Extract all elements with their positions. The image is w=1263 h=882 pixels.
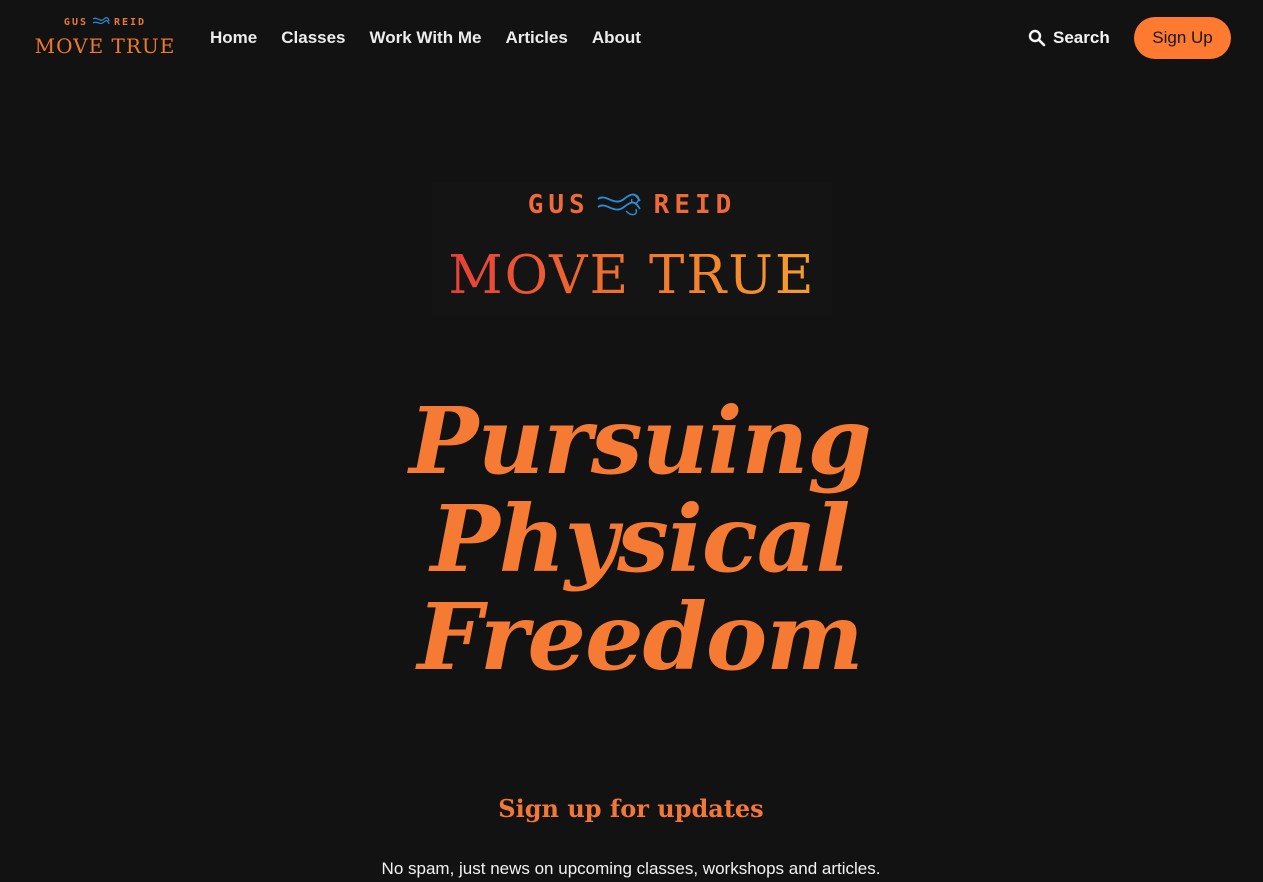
nav-home[interactable]: Home: [198, 25, 269, 51]
nav-articles[interactable]: Articles: [493, 25, 579, 51]
wave-icon: [597, 193, 641, 216]
headline-line-3: Freedom: [417, 583, 863, 691]
search-button[interactable]: Search: [1028, 26, 1110, 50]
hero-logo-top-left: GUS: [527, 190, 590, 220]
hero-logo-title: MOVE TRUE: [432, 244, 832, 308]
page: GUS REID MOVE TRUE Home Classes Work Wit…: [0, 0, 1263, 882]
signup-section-title: Sign up for updates: [498, 794, 764, 823]
hero-headline: Pursuing Physical Freedom: [380, 392, 900, 686]
nav-classes[interactable]: Classes: [269, 25, 357, 51]
headline-line-1: Pursuing: [409, 387, 871, 495]
logo-top-left: GUS: [63, 17, 88, 28]
wave-icon: [92, 17, 110, 25]
search-icon: [1028, 29, 1046, 47]
logo-top-line: GUS REID: [32, 16, 178, 28]
logo-top-right: REID: [113, 17, 147, 28]
site-logo[interactable]: GUS REID MOVE TRUE: [32, 12, 178, 62]
main-nav: Home Classes Work With Me Articles About: [198, 24, 653, 52]
signup-section-subtitle: No spam, just news on upcoming classes, …: [381, 859, 881, 878]
hero-logo: GUS REID MOVE TRUE: [432, 182, 832, 316]
sign-up-button[interactable]: Sign Up: [1134, 17, 1231, 59]
hero-logo-top-line: GUS REID: [432, 190, 832, 220]
hero-logo-top-right: REID: [653, 190, 737, 220]
nav-about[interactable]: About: [580, 25, 653, 51]
headline-line-2: Physical: [430, 485, 851, 593]
site-header: GUS REID MOVE TRUE Home Classes Work Wit…: [0, 0, 1263, 76]
logo-title: MOVE TRUE: [34, 34, 176, 58]
nav-work-with-me[interactable]: Work With Me: [358, 25, 494, 51]
search-label: Search: [1053, 28, 1110, 47]
